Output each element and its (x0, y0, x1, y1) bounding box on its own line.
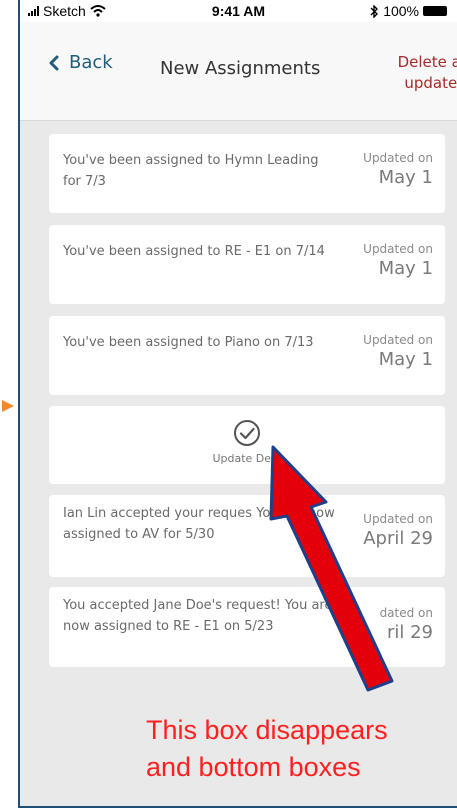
list-item[interactable]: You accepted Jane Doe's request! You are… (49, 587, 445, 667)
check-circle-icon (234, 420, 260, 446)
back-label: Back (69, 52, 113, 73)
card-date: Updated on April 29 (363, 511, 433, 551)
delete-all-line1: Delete al (397, 53, 457, 71)
card-date: Updated on May 1 (363, 241, 433, 281)
status-right: 100% (370, 3, 447, 19)
update-deleted-card: Update De d (49, 406, 445, 484)
bluetooth-icon (370, 4, 379, 18)
list-item[interactable]: Ian Lin accepted your reques You are now… (49, 495, 445, 577)
card-text: You've been assigned to Piano on 7/13 (63, 335, 314, 350)
date-value: April 29 (363, 528, 433, 549)
battery-icon (423, 6, 447, 16)
card-text: You've been assigned to RE - E1 on 7/14 (63, 244, 325, 259)
list-item[interactable]: You've been assigned to Hymn Leading for… (49, 134, 445, 213)
date-label: Updated on (363, 151, 433, 165)
list-item[interactable]: You've been assigned to Piano on 7/13 Up… (49, 316, 445, 395)
date-label: Updated on (363, 242, 433, 256)
card-text: Ian Lin accepted your reques You are now… (63, 506, 335, 542)
phone-screen: Sketch 9:41 AM 100% Back New Assignments… (18, 0, 457, 808)
orange-arrow-marker (2, 400, 14, 412)
date-value: May 1 (378, 258, 433, 279)
card-date: Updated on May 1 (363, 150, 433, 190)
card-date: dated on ril 29 (380, 605, 433, 645)
list-item[interactable]: You've been assigned to RE - E1 on 7/14 … (49, 225, 445, 304)
back-button[interactable]: Back (48, 52, 113, 73)
date-label: Updated on (363, 512, 433, 526)
date-value: ril 29 (386, 622, 433, 643)
delete-all-updates-button[interactable]: Delete al updates (375, 52, 457, 94)
date-label: dated on (379, 606, 433, 620)
battery-percent: 100% (383, 3, 419, 19)
annotation-line-2: and bottom boxes (146, 752, 361, 782)
card-text: You've been assigned to Hymn Leading for… (63, 153, 319, 189)
status-bar: Sketch 9:41 AM 100% (20, 0, 457, 22)
annotation-line-1: This box disappears (146, 715, 388, 745)
date-value: May 1 (378, 349, 433, 370)
annotation-text: This box disappears and bottom boxes (146, 712, 457, 786)
delete-all-line2: updates (404, 74, 457, 92)
date-value: May 1 (378, 167, 433, 188)
assignments-list[interactable]: You've been assigned to Hymn Leading for… (20, 121, 457, 806)
navigation-bar: Back New Assignments Delete al updates (20, 22, 457, 121)
chevron-left-icon (49, 55, 59, 70)
card-date: Updated on May 1 (363, 332, 433, 372)
page-title: New Assignments (160, 58, 321, 79)
date-label: Updated on (363, 333, 433, 347)
update-deleted-label: Update De d (212, 452, 282, 465)
card-text: You accepted Jane Doe's request! You are… (63, 598, 333, 634)
